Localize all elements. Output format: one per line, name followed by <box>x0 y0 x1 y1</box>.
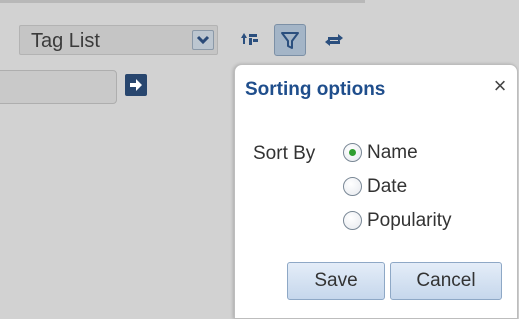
radio-label-name: Name <box>367 142 418 163</box>
arrow-right-icon[interactable] <box>125 74 147 96</box>
radio-label-popularity: Popularity <box>367 210 452 231</box>
popup-title: Sorting options <box>245 79 386 100</box>
view-select[interactable]: Tag List <box>19 25 218 55</box>
radio-selected-dot <box>349 149 356 156</box>
search-input[interactable] <box>0 70 117 104</box>
sort-by-label: Sort By <box>253 143 316 164</box>
sorting-options-popup: Sorting options × Sort By Name Date Popu… <box>234 64 518 319</box>
panel-divider <box>0 0 365 3</box>
close-icon[interactable]: × <box>489 75 511 97</box>
radio-name[interactable] <box>343 143 362 162</box>
radio-label-date: Date <box>367 176 408 197</box>
cancel-button[interactable]: Cancel <box>390 262 502 300</box>
view-select-value: Tag List <box>31 30 100 52</box>
collapse-tree-icon[interactable] <box>234 24 266 56</box>
save-button[interactable]: Save <box>287 262 385 300</box>
radio-date[interactable] <box>343 177 362 196</box>
chevron-down-icon[interactable] <box>192 30 214 50</box>
radio-popularity[interactable] <box>343 211 362 230</box>
filter-icon[interactable] <box>274 24 306 56</box>
swap-arrows-icon[interactable] <box>318 24 350 56</box>
